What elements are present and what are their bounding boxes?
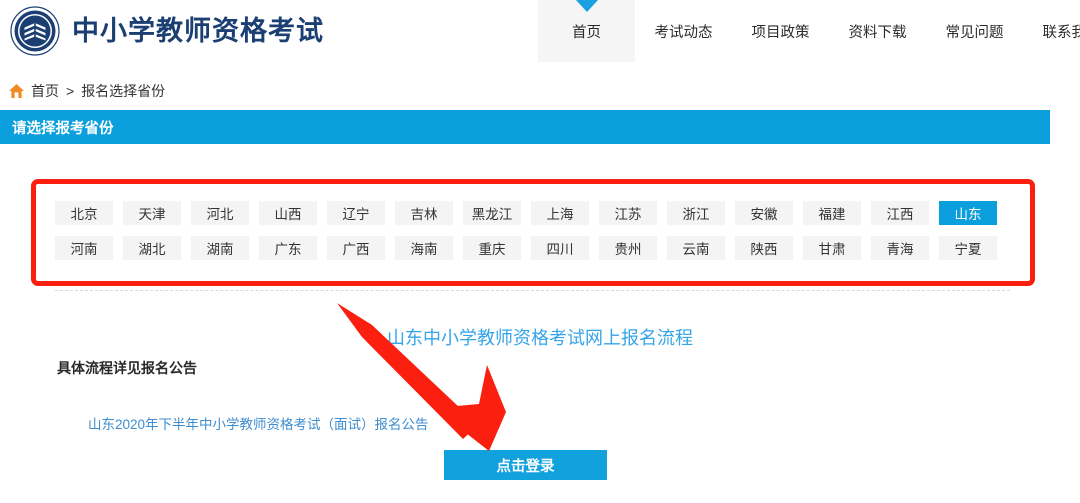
province-button[interactable]: 天津 [123, 201, 181, 225]
province-button[interactable]: 福建 [803, 201, 861, 225]
province-button[interactable]: 辽宁 [327, 201, 385, 225]
province-button[interactable]: 广西 [327, 236, 385, 260]
province-row-1: 北京 天津 河北 山西 辽宁 吉林 黑龙江 上海 江苏 浙江 安徽 福建 江西 … [55, 201, 1015, 225]
nav-item-label: 首页 [572, 24, 601, 41]
nav-item-label: 考试动态 [654, 24, 713, 41]
province-button[interactable]: 贵州 [599, 236, 657, 260]
dashed-divider [55, 290, 1010, 291]
breadcrumb-home-link[interactable]: 首页 [31, 81, 59, 101]
login-button[interactable]: 点击登录 [444, 450, 607, 480]
home-icon [8, 83, 25, 99]
nav-item-project-policy[interactable]: 项目政策 [732, 0, 829, 62]
province-button[interactable]: 安徽 [735, 201, 793, 225]
book-emblem-logo-icon [10, 6, 60, 56]
province-button[interactable]: 黑龙江 [463, 201, 521, 225]
nav-item-faq[interactable]: 常见问题 [926, 0, 1023, 62]
province-button[interactable]: 四川 [531, 236, 589, 260]
nav-item-downloads[interactable]: 资料下载 [829, 0, 926, 62]
province-button[interactable]: 吉林 [395, 201, 453, 225]
brand: 中小学教师资格考试 [10, 6, 324, 56]
province-button[interactable]: 上海 [531, 201, 589, 225]
province-button[interactable]: 湖北 [123, 236, 181, 260]
nav-item-label: 资料下载 [848, 24, 907, 41]
province-button[interactable]: 山西 [259, 201, 317, 225]
province-button[interactable]: 北京 [55, 201, 113, 225]
province-button[interactable]: 浙江 [667, 201, 725, 225]
brand-title: 中小学教师资格考试 [72, 15, 324, 46]
province-button[interactable]: 广东 [259, 236, 317, 260]
province-button[interactable]: 重庆 [463, 236, 521, 260]
section-title-bar: 请选择报考省份 [0, 110, 1050, 144]
province-row-2: 河南 湖北 湖南 广东 广西 海南 重庆 四川 贵州 云南 陕西 甘肃 青海 宁… [55, 236, 1015, 260]
flow-note: 具体流程详见报名公告 [57, 360, 197, 376]
province-button[interactable]: 甘肃 [803, 236, 861, 260]
province-button[interactable]: 云南 [667, 236, 725, 260]
chevron-down-icon [575, 0, 598, 12]
province-button[interactable]: 河南 [55, 236, 113, 260]
breadcrumb-separator: > [66, 83, 75, 99]
nav-item-label: 联系我们 [1042, 24, 1080, 41]
nav-item-home[interactable]: 首页 [538, 0, 635, 62]
province-button[interactable]: 宁夏 [939, 236, 997, 260]
nav-item-label: 项目政策 [751, 24, 810, 41]
announcement-link[interactable]: 山东2020年下半年中小学教师资格考试（面试）报名公告 [88, 413, 429, 433]
breadcrumb: 首页 > 报名选择省份 [8, 81, 165, 101]
province-button[interactable]: 江西 [871, 201, 929, 225]
nav-item-exam-news[interactable]: 考试动态 [635, 0, 732, 62]
nav-item-contact[interactable]: 联系我们 [1023, 0, 1080, 62]
province-button[interactable]: 河北 [191, 201, 249, 225]
breadcrumb-current: 报名选择省份 [81, 83, 166, 99]
province-button-selected[interactable]: 山东 [939, 201, 997, 225]
province-button[interactable]: 湖南 [191, 236, 249, 260]
nav-item-label: 常见问题 [945, 24, 1004, 41]
province-button[interactable]: 陕西 [735, 236, 793, 260]
section-title: 请选择报考省份 [12, 120, 114, 137]
flow-title: 山东中小学教师资格考试网上报名流程 [387, 328, 693, 348]
province-button[interactable]: 青海 [871, 236, 929, 260]
province-button[interactable]: 江苏 [599, 201, 657, 225]
province-selector: 北京 天津 河北 山西 辽宁 吉林 黑龙江 上海 江苏 浙江 安徽 福建 江西 … [55, 201, 1015, 271]
province-button[interactable]: 海南 [395, 236, 453, 260]
site-header: 中小学教师资格考试 首页 考试动态 项目政策 资料下载 常见问题 联系我们 [0, 0, 1080, 62]
main-nav: 首页 考试动态 项目政策 资料下载 常见问题 联系我们 [538, 0, 1080, 62]
